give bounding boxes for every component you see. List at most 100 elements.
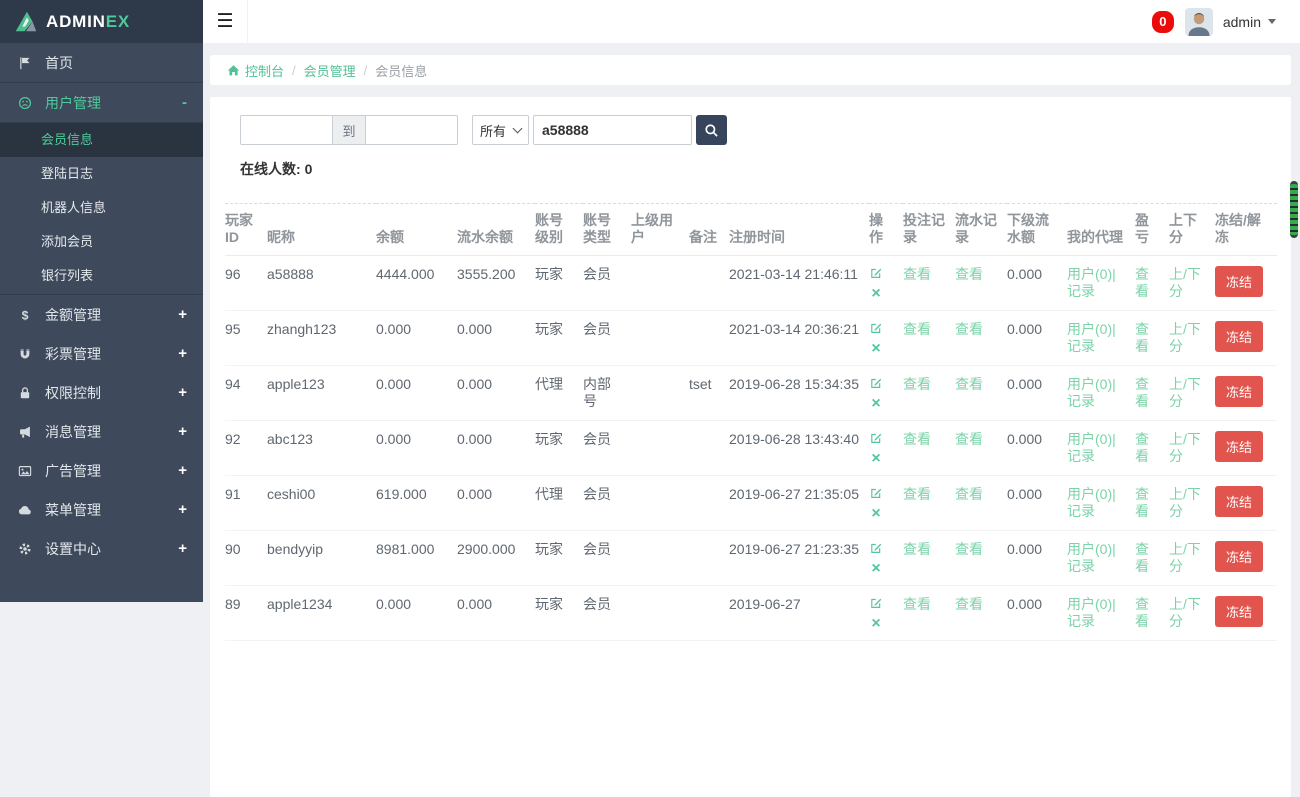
edit-icon[interactable] — [869, 431, 895, 447]
edit-icon[interactable] — [869, 541, 895, 557]
cell-register-time: 2019-06-28 13:43:40 — [729, 421, 869, 476]
cell-bet-records: 查看 — [903, 421, 955, 476]
sidebar-item-lottery-management[interactable]: 彩票管理+ — [0, 334, 203, 373]
delete-icon[interactable]: × — [869, 506, 883, 521]
edit-icon[interactable] — [869, 266, 895, 282]
column-header-operations: 操作 — [869, 204, 903, 256]
sidebar-item-ad-management[interactable]: 广告管理+ — [0, 451, 203, 490]
edit-icon[interactable] — [869, 486, 895, 502]
bet-records-link[interactable]: 查看 — [903, 266, 931, 282]
bet-records-link[interactable]: 查看 — [903, 486, 931, 502]
profit-loss-link[interactable]: 查看 — [1135, 431, 1149, 464]
flow-records-link[interactable]: 查看 — [955, 541, 983, 557]
profit-loss-link[interactable]: 查看 — [1135, 596, 1149, 629]
range-end-input[interactable] — [365, 115, 458, 145]
delete-icon[interactable]: × — [869, 616, 883, 631]
bet-records-link[interactable]: 查看 — [903, 376, 931, 392]
bet-records-link[interactable]: 查看 — [903, 321, 931, 337]
flow-records-link[interactable]: 查看 — [955, 266, 983, 282]
column-header-profit-loss: 盈亏 — [1135, 204, 1169, 256]
flow-records-link[interactable]: 查看 — [955, 321, 983, 337]
my-agent-link[interactable]: 用户(0)|记录 — [1067, 596, 1116, 629]
cell-sub-flow: 0.000 — [1007, 586, 1067, 641]
breadcrumb-link[interactable]: 控制台 — [245, 61, 284, 80]
flow-records-link[interactable]: 查看 — [955, 376, 983, 392]
flow-records-link[interactable]: 查看 — [955, 486, 983, 502]
logo[interactable]: ADMINEX — [0, 0, 203, 43]
profit-loss-link[interactable]: 查看 — [1135, 376, 1149, 409]
sidebar-item-robot-info[interactable]: 机器人信息 — [0, 191, 203, 225]
sidebar-item-message-management[interactable]: 消息管理+ — [0, 412, 203, 451]
my-agent-link[interactable]: 用户(0)|记录 — [1067, 376, 1116, 409]
hamburger-menu-button[interactable]: ☰ — [203, 0, 248, 43]
cell-freeze: 冻结 — [1215, 531, 1277, 586]
up-down-link[interactable]: 上/下分 — [1169, 431, 1201, 464]
up-down-link[interactable]: 上/下分 — [1169, 541, 1201, 574]
profit-loss-link[interactable]: 查看 — [1135, 486, 1149, 519]
sidebar-item-home[interactable]: 首页 — [0, 43, 203, 82]
profit-loss-link[interactable]: 查看 — [1135, 266, 1149, 299]
delete-icon[interactable]: × — [869, 341, 883, 356]
freeze-button[interactable]: 冻结 — [1215, 431, 1263, 462]
search-input[interactable] — [533, 115, 692, 145]
cell-parent-user — [631, 586, 689, 641]
freeze-button[interactable]: 冻结 — [1215, 321, 1263, 352]
delete-icon[interactable]: × — [869, 286, 883, 301]
my-agent-link[interactable]: 用户(0)|记录 — [1067, 431, 1116, 464]
edit-icon[interactable] — [869, 321, 895, 337]
cell-parent-user — [631, 256, 689, 311]
type-select[interactable]: 所有 — [472, 115, 529, 145]
my-agent-link[interactable]: 用户(0)|记录 — [1067, 486, 1116, 519]
my-agent-link[interactable]: 用户(0)|记录 — [1067, 541, 1116, 574]
freeze-button[interactable]: 冻结 — [1215, 376, 1263, 407]
flow-records-link[interactable]: 查看 — [955, 431, 983, 447]
sidebar-item-permission-control[interactable]: 权限控制+ — [0, 373, 203, 412]
notification-badge[interactable]: 0 — [1152, 11, 1174, 33]
profit-loss-link[interactable]: 查看 — [1135, 541, 1149, 574]
up-down-link[interactable]: 上/下分 — [1169, 266, 1201, 299]
bet-records-link[interactable]: 查看 — [903, 541, 931, 557]
up-down-link[interactable]: 上/下分 — [1169, 486, 1201, 519]
up-down-link[interactable]: 上/下分 — [1169, 376, 1201, 409]
scrollbar-thumb[interactable] — [1290, 181, 1298, 238]
search-button[interactable] — [696, 115, 727, 145]
my-agent-link[interactable]: 用户(0)|记录 — [1067, 321, 1116, 354]
freeze-button[interactable]: 冻结 — [1215, 486, 1263, 517]
range-start-input[interactable] — [240, 115, 333, 145]
up-down-link[interactable]: 上/下分 — [1169, 321, 1201, 354]
sidebar-item-add-member[interactable]: 添加会员 — [0, 225, 203, 259]
edit-icon[interactable] — [869, 376, 895, 392]
flow-records-link[interactable]: 查看 — [955, 596, 983, 612]
my-agent-link[interactable]: 用户(0)|记录 — [1067, 266, 1116, 299]
sidebar-item-bank-list[interactable]: 银行列表 — [0, 259, 203, 293]
logo-text: ADMINEX — [46, 12, 130, 32]
cell-player-id: 92 — [225, 421, 267, 476]
bet-records-link[interactable]: 查看 — [903, 431, 931, 447]
freeze-button[interactable]: 冻结 — [1215, 541, 1263, 572]
delete-icon[interactable]: × — [869, 396, 883, 411]
chevron-down-icon[interactable] — [1268, 19, 1276, 24]
sidebar-item-member-info[interactable]: 会员信息 — [0, 123, 203, 157]
username[interactable]: admin — [1223, 14, 1261, 30]
bet-records-link[interactable]: 查看 — [903, 596, 931, 612]
cell-bet-records: 查看 — [903, 586, 955, 641]
sidebar-item-menu-management[interactable]: 菜单管理+ — [0, 490, 203, 529]
freeze-button[interactable]: 冻结 — [1215, 266, 1263, 297]
up-down-link[interactable]: 上/下分 — [1169, 596, 1201, 629]
expand-icon: + — [178, 384, 187, 401]
cell-up-down: 上/下分 — [1169, 586, 1215, 641]
edit-icon[interactable] — [869, 596, 895, 612]
delete-icon[interactable]: × — [869, 451, 883, 466]
delete-icon[interactable]: × — [869, 561, 883, 576]
face-icon — [18, 96, 45, 110]
avatar[interactable] — [1185, 8, 1213, 36]
sidebar-item-settings-center[interactable]: 设置中心+ — [0, 529, 203, 568]
breadcrumb-link[interactable]: 会员管理 — [304, 61, 356, 80]
profit-loss-link[interactable]: 查看 — [1135, 321, 1149, 354]
sidebar-item-amount-management[interactable]: $金额管理+ — [0, 295, 203, 334]
bullhorn-icon — [18, 425, 45, 439]
freeze-button[interactable]: 冻结 — [1215, 596, 1263, 627]
sidebar-item-login-log[interactable]: 登陆日志 — [0, 157, 203, 191]
submenu-user-management: 会员信息登陆日志机器人信息添加会员银行列表 — [0, 123, 203, 295]
sidebar-item-user-management[interactable]: 用户管理- — [0, 82, 203, 123]
